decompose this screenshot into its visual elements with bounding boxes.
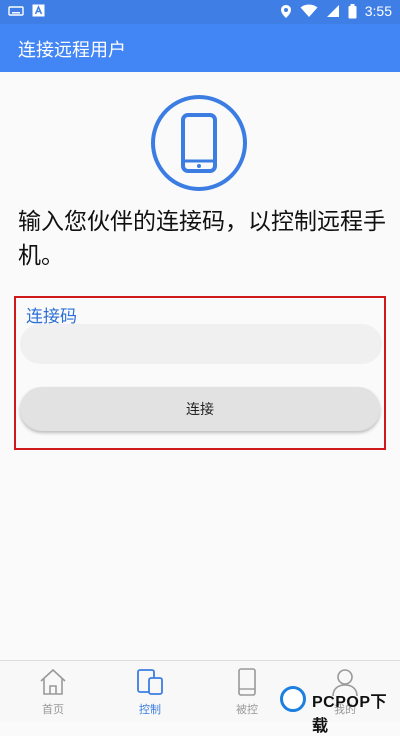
watermark-text: PCPOP下载	[312, 694, 388, 735]
battery-icon	[348, 3, 357, 18]
connect-button[interactable]: 连接	[20, 387, 380, 431]
status-time: 3:55	[364, 3, 392, 19]
instruction-text: 输入您伙伴的连接码，以控制远程手机。	[18, 209, 386, 269]
control-devices-icon	[137, 669, 163, 695]
phone-icon	[238, 668, 256, 696]
app-bar: 连接远程用户	[0, 24, 400, 72]
notification-a-icon	[32, 4, 45, 17]
keyboard-icon	[8, 5, 24, 16]
signal-icon	[326, 5, 339, 17]
home-icon	[40, 668, 66, 695]
code-input[interactable]	[20, 324, 382, 364]
wifi-icon	[300, 4, 318, 17]
page-title: 连接远程用户	[18, 40, 126, 61]
location-icon	[280, 4, 291, 18]
pcpop-logo-icon	[280, 686, 306, 712]
pcpop-watermark: PCPOP下载	[272, 680, 400, 735]
nav-item-home[interactable]: 首页	[13, 661, 93, 721]
status-bar: 3:55	[0, 0, 400, 24]
nav-label-home: 首页	[42, 703, 64, 716]
nav-item-control[interactable]: 控制	[110, 661, 190, 721]
phone-illustration	[151, 95, 247, 191]
nav-label-control: 控制	[139, 703, 161, 716]
phone-icon	[181, 113, 217, 173]
